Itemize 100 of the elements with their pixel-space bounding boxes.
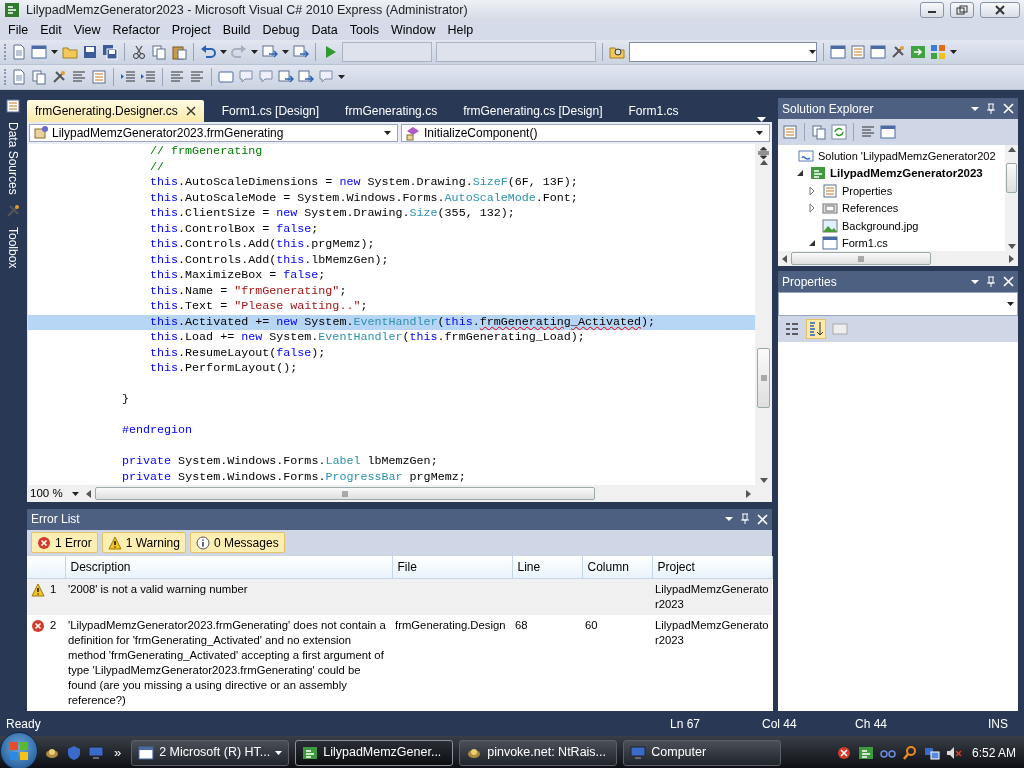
menu-item[interactable]: Build [216, 21, 257, 39]
copy-icon[interactable] [811, 124, 827, 140]
dropdown-icon[interactable] [971, 106, 979, 111]
editor-tab[interactable]: frmGenerating.Designer.cs [27, 100, 204, 122]
scroll-thumb[interactable] [95, 487, 595, 500]
designer-view-icon[interactable] [880, 124, 896, 140]
filter-button[interactable]: 1 Error [31, 532, 98, 554]
undo-icon[interactable] [200, 44, 216, 60]
tree-item[interactable]: Background.jpg [842, 217, 919, 234]
taskbar-button[interactable]: pinvoke.net: NtRais... [459, 739, 618, 766]
menu-item[interactable]: Window [384, 21, 442, 39]
close-icon[interactable] [185, 106, 196, 116]
lines-icon[interactable] [169, 69, 185, 85]
scroll-right-icon[interactable] [1009, 254, 1014, 263]
indent-icon[interactable] [140, 69, 156, 85]
expanded-arrow-icon[interactable] [808, 239, 816, 248]
properties-icon[interactable] [850, 44, 866, 60]
document-icon[interactable] [11, 69, 27, 85]
shield-icon[interactable] [66, 744, 82, 761]
navigate-icon[interactable] [293, 44, 309, 60]
refresh-icon[interactable] [831, 124, 847, 140]
pin-icon[interactable] [739, 513, 751, 526]
scroll-thumb[interactable] [757, 348, 770, 408]
find-icon[interactable] [609, 44, 625, 60]
navigate-icon[interactable] [278, 69, 294, 85]
menu-item[interactable]: Edit [34, 21, 68, 39]
pin-icon[interactable] [985, 275, 997, 288]
tools-icon[interactable] [51, 69, 67, 85]
editor-tab[interactable]: frmGenerating.cs [337, 100, 446, 122]
tree-item[interactable]: Form1.cs [842, 235, 888, 251]
menu-item[interactable]: File [2, 21, 35, 39]
caret-icon[interactable] [282, 50, 289, 54]
magnifier-tray-icon[interactable] [901, 744, 918, 761]
taskbar-button[interactable]: Computer [623, 739, 782, 766]
column-header[interactable]: File [392, 555, 512, 579]
tree-item[interactable]: Solution 'LilypadMemzGenerator202 [818, 147, 996, 164]
save-all-icon[interactable] [102, 44, 118, 60]
taskbar-button[interactable]: LilypadMemzGener... [295, 739, 454, 766]
navigate-icon[interactable] [262, 44, 278, 60]
menu-item[interactable]: Help [441, 21, 480, 39]
lines-icon[interactable] [189, 69, 205, 85]
scroll-down-icon[interactable] [1007, 244, 1016, 249]
filter-button[interactable]: 1 Warning [101, 532, 186, 554]
code-view-icon[interactable] [860, 124, 876, 140]
collapsed-arrow-icon[interactable] [808, 186, 816, 195]
expanded-arrow-icon[interactable] [796, 169, 804, 178]
column-header[interactable]: Description [65, 555, 392, 579]
taskbar-button[interactable]: 2 Microsoft (R) HT... [131, 739, 290, 766]
data-sources-icon[interactable] [4, 98, 21, 114]
maximize-button[interactable] [950, 2, 974, 18]
split-icon[interactable] [757, 146, 770, 160]
document-icon[interactable] [11, 44, 27, 60]
scissors-icon[interactable] [131, 44, 147, 60]
scroll-left-icon[interactable] [86, 489, 91, 498]
side-tab[interactable]: Data Sources [3, 118, 22, 199]
start-button[interactable] [0, 731, 38, 768]
scroll-thumb[interactable] [1006, 163, 1017, 193]
menu-item[interactable]: Refactor [106, 21, 166, 39]
tree-item[interactable]: References [842, 200, 899, 217]
menu-item[interactable]: Project [165, 21, 217, 39]
tree-item[interactable]: LilypadMemzGenerator2023 [830, 164, 983, 182]
close-button[interactable] [980, 2, 1020, 18]
indent-icon[interactable] [120, 69, 136, 85]
caret-icon[interactable] [950, 50, 957, 54]
arrow-box-icon[interactable] [910, 44, 926, 60]
caret-icon[interactable] [338, 75, 345, 79]
editor-tab[interactable]: frmGenerating.cs [Design] [455, 100, 611, 122]
filter-button[interactable]: 0 Messages [189, 532, 285, 554]
navigate-icon[interactable] [298, 69, 314, 85]
scroll-up-icon[interactable] [1007, 147, 1016, 152]
pin-icon[interactable] [985, 102, 997, 115]
app-tray-icon[interactable] [857, 744, 874, 761]
minimize-button[interactable] [920, 2, 944, 18]
save-icon[interactable] [82, 44, 98, 60]
editor-tab[interactable]: Form1.cs [620, 100, 687, 122]
rectangle-icon[interactable] [218, 69, 234, 85]
scroll-right-icon[interactable] [746, 489, 751, 498]
menu-item[interactable]: Data [305, 21, 344, 39]
type-combo-box[interactable]: LilypadMemzGenerator2023.frmGenerating [29, 124, 398, 142]
tab-dropdown-icon[interactable] [757, 117, 766, 122]
sort-descending-button[interactable] [806, 319, 826, 339]
error-tray-icon[interactable] [835, 744, 852, 761]
caret-icon[interactable] [220, 50, 227, 54]
menu-item[interactable]: Tools [343, 21, 385, 39]
caret-icon[interactable] [251, 50, 258, 54]
caret-icon[interactable] [51, 50, 58, 54]
scroll-left-icon[interactable] [782, 254, 787, 263]
lines-icon[interactable] [71, 69, 87, 85]
menu-item[interactable]: Debug [256, 21, 306, 39]
quick-launch-overflow[interactable]: » [110, 742, 126, 763]
monitor-icon[interactable] [88, 744, 104, 761]
tree-item[interactable]: Properties [842, 182, 893, 199]
copy-icon[interactable] [31, 69, 47, 85]
copy-icon[interactable] [151, 44, 167, 60]
side-tab[interactable]: Toolbox [3, 222, 22, 273]
scroll-thumb[interactable] [791, 252, 931, 265]
paste-icon[interactable] [171, 44, 187, 60]
column-header[interactable]: Project [652, 555, 772, 579]
editor-tab[interactable]: Form1.cs [Design] [213, 100, 328, 122]
member-combo-box[interactable]: InitializeComponent() [401, 124, 770, 142]
